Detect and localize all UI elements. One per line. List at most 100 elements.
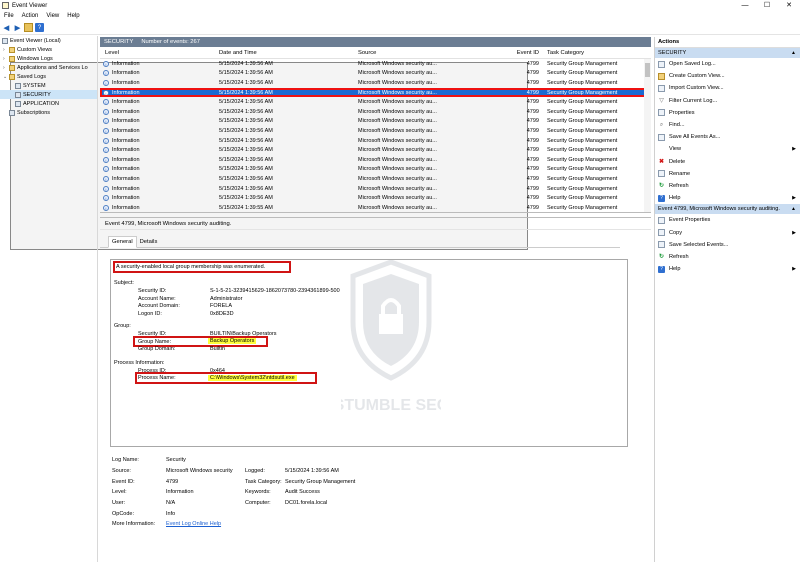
submenu-arrow-icon: ▶ [792, 229, 796, 236]
cell-date: 5/15/2024 1:39:56 AM [219, 89, 273, 96]
table-row[interactable]: i Information 5/15/2024 1:39:56 AM Microsof… [100, 165, 651, 175]
table-row[interactable]: i Information 5/15/2024 1:39:56 AM Microsof… [100, 184, 651, 194]
action-label: Properties [669, 109, 695, 116]
action-label: Event Properties [669, 217, 711, 224]
action-delete[interactable]: ✖ Delete [655, 156, 800, 168]
actions-list-security: Open Saved Log... Create Custom View... Im… [655, 58, 800, 204]
action-properties[interactable]: Properties [655, 107, 800, 119]
action-rename[interactable]: Rename [655, 168, 800, 180]
action-refresh[interactable]: ↻ Refresh [655, 180, 800, 192]
table-row[interactable]: i Information 5/15/2024 1:39:56 AM Microsof… [100, 117, 651, 127]
tree-item-system[interactable]: SYSTEM [0, 81, 97, 90]
minimize-button[interactable]: — [734, 0, 756, 11]
action-help[interactable]: ? Help ▶ [655, 263, 800, 275]
action-copy[interactable]: Copy ▶ [655, 226, 800, 238]
menu-action[interactable]: Action [18, 13, 43, 19]
action-label: View [669, 146, 682, 153]
column-source[interactable]: Source [354, 50, 515, 56]
event-description: A security-enabled local group membershi… [110, 259, 628, 447]
forward-arrow-icon[interactable]: ▶ [13, 23, 22, 32]
cell-source: Microsoft Windows security au... [358, 89, 437, 96]
event-properties-icon [658, 216, 665, 224]
table-row[interactable]: i Information 5/15/2024 1:39:56 AM Microsof… [100, 155, 651, 165]
cell-date: 5/15/2024 1:39:56 AM [219, 108, 273, 115]
user-value: N/A [166, 500, 176, 507]
tree-item-custom-views[interactable]: › Custom Views [0, 45, 97, 54]
column-event-id[interactable]: Event ID [515, 50, 543, 56]
action-find[interactable]: ⌕ Find... [655, 119, 800, 131]
action-filter-current-log[interactable]: ▽ Filter Current Log... [655, 95, 800, 107]
action-save-selected-events[interactable]: Save Selected Events... [655, 239, 800, 251]
tab-details[interactable]: Details [137, 237, 161, 247]
group-domain-key: Group Domain: [138, 346, 176, 352]
table-row[interactable]: i Information 5/15/2024 1:39:55 AM Microsof… [100, 203, 651, 212]
level-text: Information [112, 195, 140, 202]
find-icon: ⌕ [659, 121, 664, 128]
tree-item-windows-logs[interactable]: › Windows Logs [0, 54, 97, 63]
scrollbar-thumb[interactable] [645, 63, 650, 77]
cell-date: 5/15/2024 1:39:56 AM [219, 137, 273, 144]
action-open-saved-log[interactable]: Open Saved Log... [655, 58, 800, 70]
menu-view[interactable]: View [42, 13, 63, 19]
table-row[interactable]: i Information 5/15/2024 1:39:56 AM Microsof… [100, 126, 651, 136]
custom-view-icon [658, 72, 665, 80]
actions-section-security[interactable]: SECURITY ▲ [655, 48, 800, 58]
cell-task-category: Security Group Management [547, 137, 618, 144]
cell-level: i Information [100, 166, 215, 173]
close-button[interactable]: ✕ [778, 0, 800, 11]
action-help[interactable]: ? Help ▶ [655, 192, 800, 204]
column-level[interactable]: Level [100, 50, 215, 56]
table-row[interactable]: i Information 5/15/2024 1:39:56 AM Microsof… [100, 136, 651, 146]
maximize-button[interactable]: ☐ [756, 0, 778, 11]
action-import-custom-view[interactable]: Import Custom View... [655, 82, 800, 94]
open-folder-icon[interactable] [24, 23, 33, 32]
tab-general[interactable]: General [108, 236, 137, 248]
back-arrow-icon[interactable]: ◀ [2, 23, 11, 32]
tree-item-subscriptions[interactable]: Subscriptions [0, 108, 97, 117]
cell-level: i Information [100, 60, 215, 67]
tree-item-application[interactable]: APPLICATION [0, 99, 97, 108]
table-row[interactable]: i Information 5/15/2024 1:39:56 AM Microsof… [100, 78, 651, 88]
cell-level: i Information [100, 99, 215, 106]
column-date[interactable]: Date and Time [215, 50, 354, 56]
help-icon[interactable]: ? [35, 23, 44, 32]
grid-scrollbar[interactable] [644, 59, 651, 212]
table-row[interactable]: i Information 5/15/2024 1:39:56 AM Microsof… [100, 69, 651, 79]
log-icon [15, 82, 21, 89]
table-row[interactable]: i Information 5/15/2024 1:39:56 AM Microsof… [100, 87, 651, 98]
logon-id-key: Logon ID: [138, 310, 162, 317]
console-tree: Event Viewer (Local) › Custom Views › Wi… [0, 36, 98, 562]
actions-title: Actions [655, 37, 800, 48]
collapse-caret-icon[interactable]: ▲ [791, 50, 796, 56]
event-log-online-help-link[interactable]: Event Log Online Help [166, 521, 221, 527]
tree-root[interactable]: Event Viewer (Local) [0, 36, 97, 45]
menu-file[interactable]: File [0, 13, 18, 19]
collapse-caret-icon[interactable]: ▲ [791, 206, 796, 212]
table-row[interactable]: i Information 5/15/2024 1:39:56 AM Microsof… [100, 97, 651, 107]
action-create-custom-view[interactable]: Create Custom View... [655, 70, 800, 82]
information-icon: i [103, 195, 109, 202]
table-row[interactable]: i Information 5/15/2024 1:39:56 AM Microsof… [100, 107, 651, 117]
table-row[interactable]: i Information 5/15/2024 1:39:56 AM Microsof… [100, 59, 651, 69]
action-save-all-events-as[interactable]: Save All Events As... [655, 131, 800, 143]
menu-help[interactable]: Help [63, 13, 83, 19]
cell-source: Microsoft Windows security au... [358, 127, 437, 134]
table-row[interactable]: i Information 5/15/2024 1:39:56 AM Microsof… [100, 145, 651, 155]
table-row[interactable]: i Information 5/15/2024 1:39:56 AM Microsof… [100, 193, 651, 203]
cell-task-category: Security Group Management [547, 166, 618, 173]
tree-item-applications-services[interactable]: › Applications and Services Lo [0, 63, 97, 72]
action-view[interactable]: View ▶ [655, 143, 800, 155]
tree-item-security[interactable]: SECURITY [0, 90, 97, 99]
information-icon: i [103, 89, 109, 96]
actions-section-event[interactable]: Event 4799, Microsoft Windows security a… [655, 204, 800, 215]
table-row[interactable]: i Information 5/15/2024 1:39:56 AM Microsof… [100, 174, 651, 184]
column-task-category[interactable]: Task Category [543, 50, 643, 56]
subject-security-id-key: Security ID: [138, 288, 167, 294]
action-event-properties[interactable]: Event Properties [655, 214, 800, 226]
action-refresh[interactable]: ↻ Refresh [655, 251, 800, 263]
task-category-key: Task Category: [245, 478, 282, 485]
folder-icon [9, 64, 15, 71]
tree-item-saved-logs[interactable]: ⌄ Saved Logs [0, 72, 97, 81]
cell-event-id: 4799 [526, 89, 539, 96]
cell-source: Microsoft Windows security au... [358, 60, 437, 67]
